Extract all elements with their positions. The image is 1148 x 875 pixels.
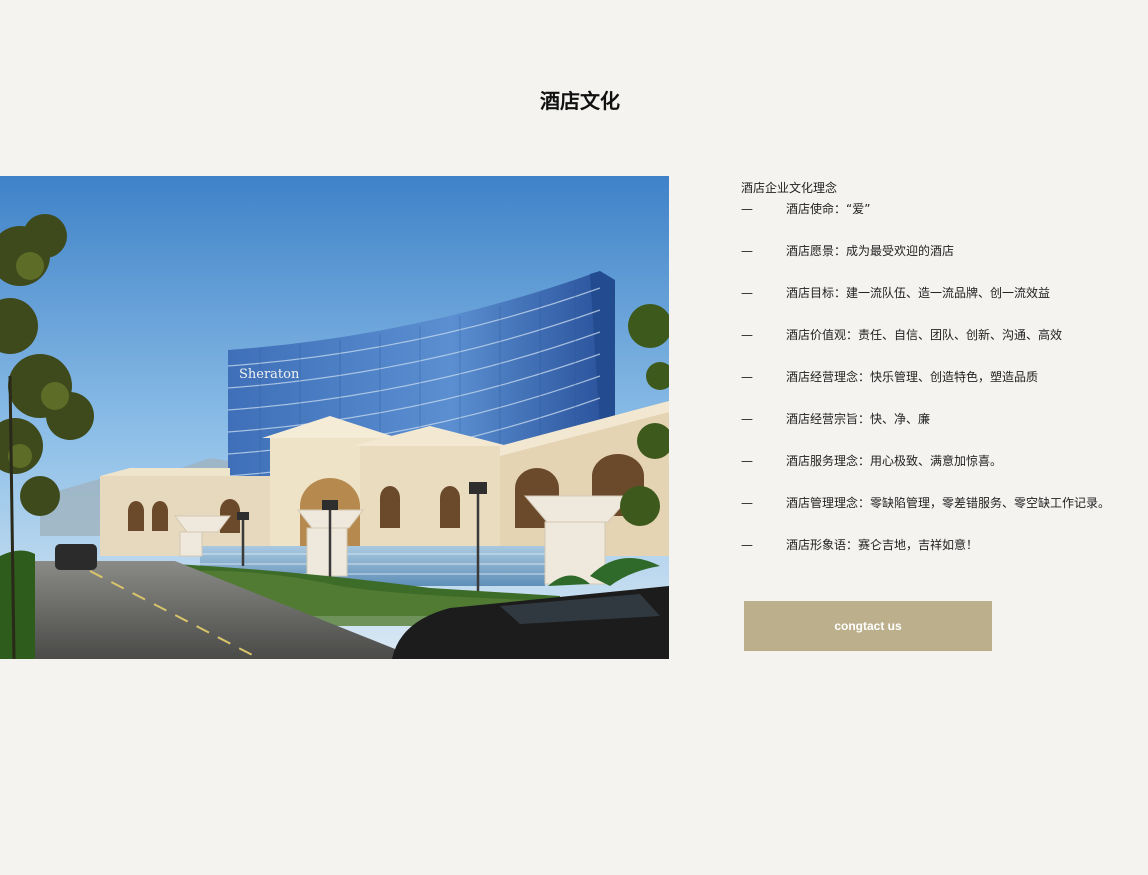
culture-item-label: 酒店管理理念：零缺陷管理，零差错服务、零空缺工作记录。	[786, 496, 1111, 510]
hotel-hero-image: Sheraton	[0, 176, 669, 659]
page: 酒店文化 Sheraton 酒店企业文化理念 — 酒店使命：“爱” — 酒店愿景…	[0, 0, 1148, 875]
page-title: 酒店文化	[540, 89, 620, 114]
contact-us-button[interactable]: congtact us	[744, 601, 992, 651]
culture-item: — 酒店使命：“爱”	[741, 197, 1141, 239]
sheraton-sign: Sheraton	[239, 367, 300, 382]
culture-item-label: 酒店服务理念：用心极致、满意加惊喜。	[786, 454, 1003, 468]
culture-item: — 酒店愿景：成为最受欢迎的酒店	[741, 239, 1141, 281]
dash-bullet: —	[741, 244, 753, 258]
culture-heading: 酒店企业文化理念	[741, 181, 838, 195]
dash-bullet: —	[741, 286, 753, 300]
culture-section: 酒店企业文化理念 — 酒店使命：“爱” — 酒店愿景：成为最受欢迎的酒店 — 酒…	[741, 179, 1141, 575]
culture-item: — 酒店形象语：赛仑吉地，吉祥如意！	[741, 533, 1141, 575]
culture-item-label: 酒店愿景：成为最受欢迎的酒店	[786, 244, 955, 258]
culture-item: — 酒店经营理念：快乐管理、创造特色，塑造品质	[741, 365, 1141, 407]
culture-item-label: 酒店经营理念：快乐管理、创造特色，塑造品质	[786, 370, 1039, 384]
culture-item: — 酒店目标：建一流队伍、造一流品牌、创一流效益	[741, 281, 1141, 323]
dash-bullet: —	[741, 454, 753, 468]
dash-bullet: —	[741, 202, 753, 216]
culture-item-label: 酒店价值观：责任、自信、团队、创新、沟通、高效	[786, 328, 1063, 342]
culture-item: — 酒店经营宗旨：快、净、廉	[741, 407, 1141, 449]
culture-item: — 酒店服务理念：用心极致、满意加惊喜。	[741, 449, 1141, 491]
dash-bullet: —	[741, 328, 753, 342]
culture-item-label: 酒店目标：建一流队伍、造一流品牌、创一流效益	[786, 286, 1051, 300]
dash-bullet: —	[741, 370, 753, 384]
dash-bullet: —	[741, 412, 753, 426]
culture-list: — 酒店使命：“爱” — 酒店愿景：成为最受欢迎的酒店 — 酒店目标：建一流队伍…	[741, 197, 1141, 575]
culture-item-label: 酒店使命：“爱”	[786, 202, 871, 216]
culture-item: — 酒店价值观：责任、自信、团队、创新、沟通、高效	[741, 323, 1141, 365]
culture-item-label: 酒店经营宗旨：快、净、廉	[786, 412, 931, 426]
dash-bullet: —	[741, 496, 753, 510]
culture-item-label: 酒店形象语：赛仑吉地，吉祥如意！	[786, 538, 979, 552]
culture-item: — 酒店管理理念：零缺陷管理，零差错服务、零空缺工作记录。	[741, 491, 1141, 533]
dash-bullet: —	[741, 538, 753, 552]
